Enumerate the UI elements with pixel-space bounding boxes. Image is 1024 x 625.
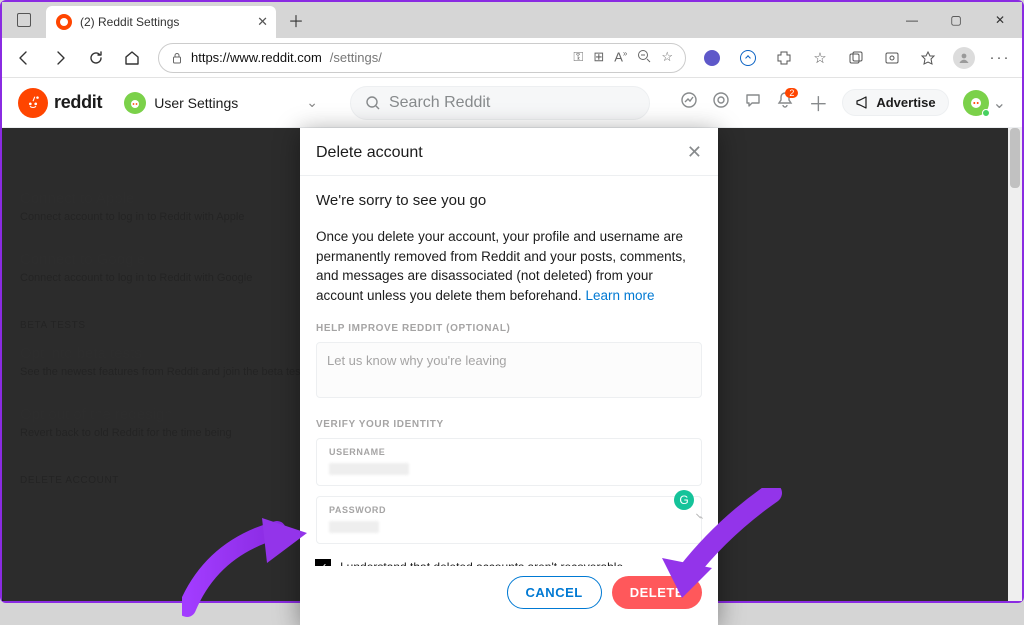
chevron-down-icon: ⌄ — [306, 94, 318, 111]
performance-icon[interactable] — [912, 42, 944, 74]
advertise-label: Advertise — [876, 95, 935, 110]
browser-tab[interactable]: (2) Reddit Settings ✕ — [46, 6, 276, 38]
user-avatar-icon — [963, 90, 989, 116]
chevron-down-icon: ⌄ — [993, 93, 1006, 113]
url-path: /settings/ — [330, 50, 382, 65]
learn-more-link[interactable]: Learn more — [585, 288, 654, 303]
reddit-logo-text: reddit — [54, 92, 102, 113]
extensions-icon[interactable] — [768, 42, 800, 74]
apps-icon[interactable]: ⊞ — [593, 49, 604, 66]
search-input[interactable]: Search Reddit — [350, 86, 650, 120]
chat-icon[interactable] — [744, 91, 762, 114]
browser-titlebar: (2) Reddit Settings ✕ ＋ — ▢ ✕ — [2, 2, 1022, 38]
modal-close-icon[interactable]: ✕ — [687, 142, 702, 163]
extension-2-icon[interactable] — [732, 42, 764, 74]
home-button[interactable] — [116, 42, 148, 74]
window-minimize-button[interactable]: — — [890, 2, 934, 38]
reddit-logo[interactable]: reddit — [18, 88, 102, 118]
user-menu[interactable]: ⌄ — [963, 90, 1006, 116]
new-tab-button[interactable]: ＋ — [282, 6, 310, 34]
lock-icon — [171, 52, 183, 64]
scrollbar-thumb[interactable] — [1010, 128, 1020, 188]
search-icon — [365, 95, 381, 111]
tab-close-icon[interactable]: ✕ — [257, 14, 268, 30]
snoo-icon — [124, 92, 146, 114]
coin-icon[interactable] — [712, 91, 730, 114]
search-placeholder: Search Reddit — [389, 94, 490, 112]
consent-checkbox-row[interactable]: ✓ I understand that deleted accounts are… — [316, 560, 702, 566]
cancel-button[interactable]: CANCEL — [507, 576, 602, 609]
modal-description: Once you delete your account, your profi… — [316, 227, 702, 305]
collections-icon[interactable] — [840, 42, 872, 74]
scrollbar-track[interactable] — [1008, 128, 1022, 601]
favorite-star-icon[interactable]: ☆ — [661, 49, 673, 66]
password-value-redacted — [329, 521, 379, 533]
nav-label: User Settings — [154, 95, 238, 111]
browser-toolbar: https://www.reddit.com/settings/ ⚿ ⊞ A» … — [2, 38, 1022, 78]
password-label: PASSWORD — [329, 505, 689, 515]
extension-1-icon[interactable] — [696, 42, 728, 74]
profile-avatar[interactable] — [948, 42, 980, 74]
tab-actions-icon[interactable] — [2, 2, 46, 38]
zoom-icon[interactable] — [637, 49, 651, 66]
annotation-arrow-left — [182, 518, 312, 618]
reddit-favicon-icon — [56, 14, 72, 30]
password-field[interactable]: PASSWORD — [316, 496, 702, 544]
reload-button[interactable] — [80, 42, 112, 74]
forward-button[interactable] — [44, 42, 76, 74]
tab-title: (2) Reddit Settings — [80, 15, 179, 29]
consent-label: I understand that deleted accounts aren'… — [340, 560, 623, 566]
megaphone-icon — [855, 95, 870, 110]
modal-subtitle: We're sorry to see you go — [316, 192, 702, 209]
favorites-icon[interactable]: ☆ — [804, 42, 836, 74]
read-aloud-icon[interactable]: A» — [614, 49, 627, 66]
nav-dropdown[interactable]: User Settings ⌄ — [116, 88, 326, 118]
screenshot-icon[interactable] — [876, 42, 908, 74]
address-bar[interactable]: https://www.reddit.com/settings/ ⚿ ⊞ A» … — [158, 43, 686, 73]
consent-checkbox[interactable]: ✓ — [316, 560, 330, 566]
notif-badge: 2 — [785, 88, 798, 98]
reddit-header: reddit User Settings ⌄ Search Reddit 2 ＋… — [2, 78, 1022, 128]
popular-icon[interactable] — [680, 91, 698, 114]
username-value-redacted — [329, 463, 409, 475]
feedback-textarea[interactable] — [316, 342, 702, 398]
annotation-arrow-right — [652, 488, 782, 598]
verify-section-label: VERIFY YOUR IDENTITY — [316, 419, 702, 430]
username-label: USERNAME — [329, 447, 689, 457]
back-button[interactable] — [8, 42, 40, 74]
more-menu-button[interactable]: ··· — [984, 42, 1016, 74]
window-maximize-button[interactable]: ▢ — [934, 2, 978, 38]
url-host: https://www.reddit.com — [191, 50, 322, 65]
advertise-button[interactable]: Advertise — [842, 89, 948, 116]
username-field[interactable]: USERNAME — [316, 438, 702, 486]
password-key-icon[interactable]: ⚿ — [573, 49, 583, 66]
window-close-button[interactable]: ✕ — [978, 2, 1022, 38]
presence-dot-icon — [982, 109, 990, 117]
create-post-icon[interactable]: ＋ — [808, 88, 828, 117]
notifications-icon[interactable]: 2 — [776, 91, 794, 114]
reddit-logo-icon — [18, 88, 48, 118]
help-section-label: HELP IMPROVE REDDIT (OPTIONAL) — [316, 323, 702, 334]
modal-title: Delete account — [316, 144, 423, 162]
